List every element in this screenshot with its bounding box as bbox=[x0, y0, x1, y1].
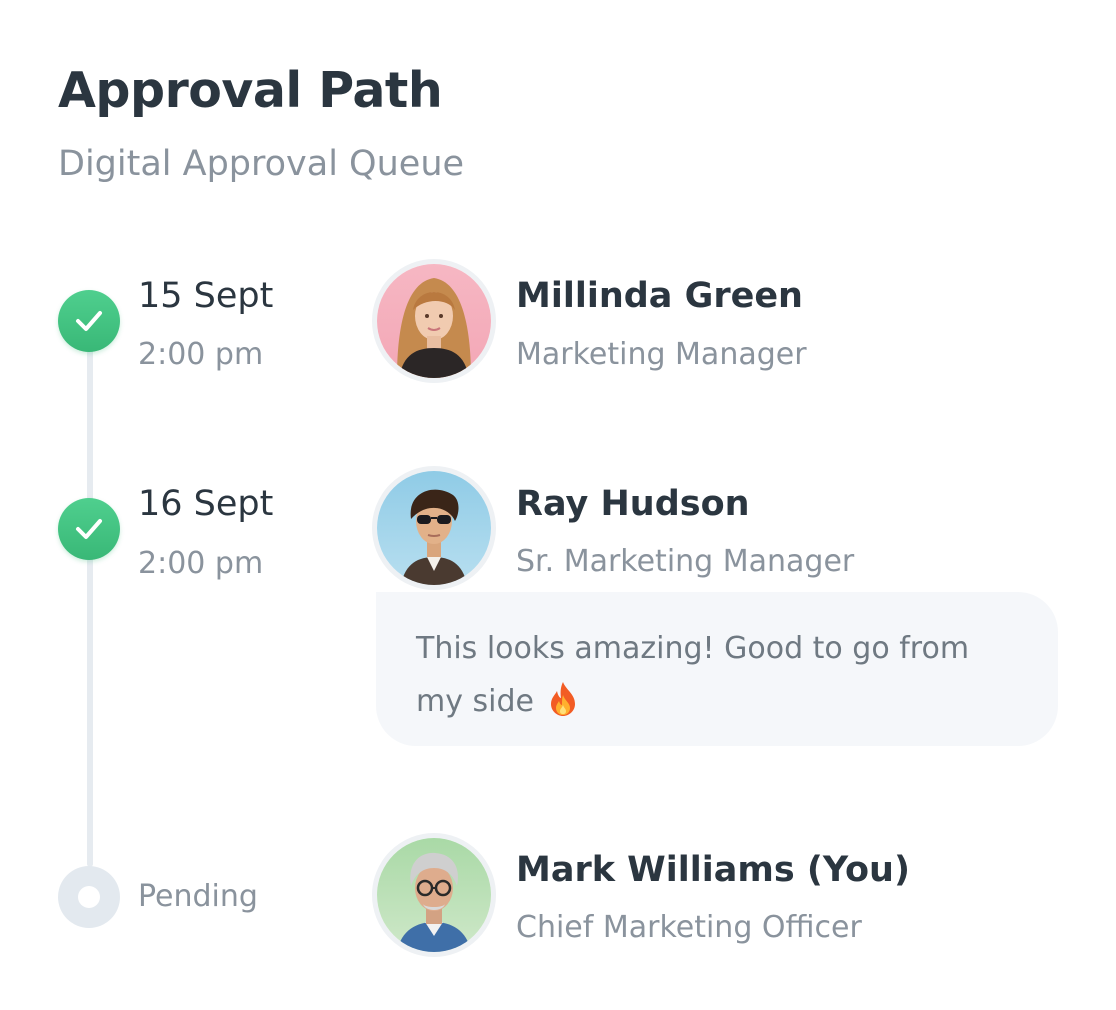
step-date: 16 Sept bbox=[138, 484, 274, 524]
approver-role: Marketing Manager bbox=[516, 337, 807, 372]
avatar[interactable] bbox=[372, 259, 496, 383]
comment-text-line1: This looks amazing! Good to go from bbox=[416, 631, 970, 666]
approver-role: Sr. Marketing Manager bbox=[516, 544, 855, 579]
timeline-connector bbox=[87, 322, 93, 867]
fire-icon bbox=[550, 682, 575, 716]
page-subtitle: Digital Approval Queue bbox=[58, 144, 465, 184]
page-title: Approval Path bbox=[58, 62, 443, 119]
approver-name: Mark Williams (You) bbox=[516, 850, 910, 890]
check-icon bbox=[76, 311, 102, 331]
step-pending-label: Pending bbox=[138, 879, 258, 914]
step-time: 2:00 pm bbox=[138, 337, 264, 372]
approver-name: Millinda Green bbox=[516, 276, 803, 316]
step-date: 15 Sept bbox=[138, 276, 274, 316]
step-time: 2:00 pm bbox=[138, 546, 264, 581]
avatar[interactable] bbox=[372, 833, 496, 957]
approval-path-card: Approval Path Digital Approval Queue 15 … bbox=[0, 0, 1116, 1010]
approved-status-icon bbox=[58, 290, 120, 352]
approved-status-icon bbox=[58, 498, 120, 560]
check-icon bbox=[76, 519, 102, 539]
pending-ring-icon bbox=[58, 866, 120, 928]
avatar[interactable] bbox=[372, 466, 496, 590]
approver-name: Ray Hudson bbox=[516, 484, 750, 524]
approver-role: Chief Marketing Officer bbox=[516, 910, 862, 945]
comment-text-line2: my side bbox=[416, 684, 534, 719]
comment-bubble: This looks amazing! Good to go from my s… bbox=[376, 592, 1058, 746]
